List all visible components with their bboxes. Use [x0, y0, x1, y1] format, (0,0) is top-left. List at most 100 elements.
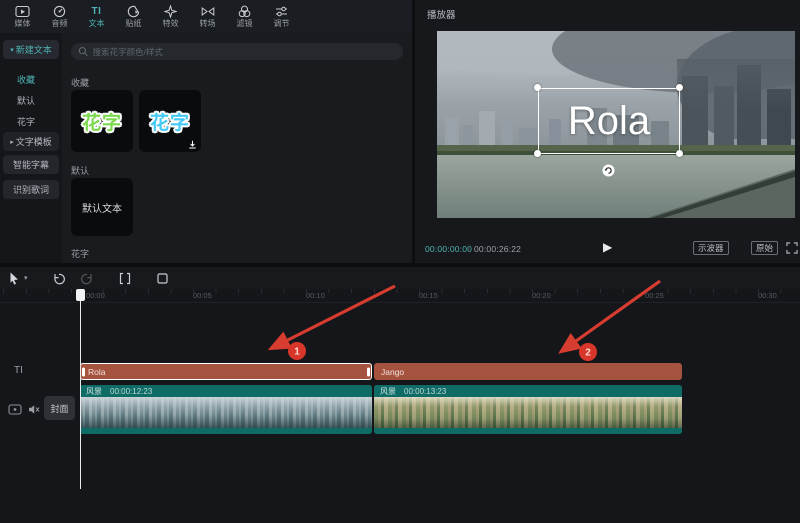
search-box[interactable] [71, 43, 403, 60]
redo-icon [80, 272, 94, 285]
video-clip-2-duration: 00:00:13:23 [404, 387, 446, 396]
ruler-label: 00:25 [645, 291, 664, 300]
huazi-section-title: 花字 [71, 247, 89, 260]
playhead-handle[interactable] [76, 289, 85, 301]
ruler-label: 00:30 [758, 291, 777, 300]
fancy-text-tile-2[interactable]: 花字 [139, 90, 201, 152]
tab-filters[interactable]: 滤镜 [226, 2, 263, 32]
player-controls: 00:00:00:00 | 00:00:26:22 ▶ 示波器 原始 [415, 236, 800, 260]
search-input[interactable] [93, 47, 397, 57]
default-section-title: 默认 [71, 164, 89, 177]
tab-audio[interactable]: 音频 [41, 2, 78, 32]
sidebar-item-new-text[interactable]: ▾ 新建文本 [3, 40, 59, 59]
undo-button[interactable] [52, 272, 66, 285]
sidebar-item-smart-captions[interactable]: 智能字幕 [3, 155, 59, 174]
video-clip-1[interactable]: 风景 00:00:12:23 [80, 385, 372, 434]
tab-effects[interactable]: 特效 [152, 2, 189, 32]
ruler-label: 00:20 [532, 291, 551, 300]
total-duration: 00:00:26:22 [474, 244, 521, 254]
text-clip-rola[interactable]: Rola [80, 363, 372, 380]
text-clip-rola-label: Rola [88, 367, 105, 377]
fullscreen-icon[interactable] [786, 242, 798, 254]
video-clip-2-name: 风景 [380, 386, 396, 397]
video-clip-2[interactable]: 风景 00:00:13:23 [374, 385, 682, 434]
sidebar-item-lyrics-recognition[interactable]: 识别歌词 [3, 180, 59, 199]
selection-handle-top-right[interactable] [676, 84, 683, 91]
ratio-button[interactable]: 原始 [751, 241, 778, 255]
ruler-label: 00:10 [306, 291, 325, 300]
sidebar-item-huazi[interactable]: 花字 [17, 115, 35, 128]
text-clip-jango[interactable]: Jango [374, 363, 682, 380]
sidebar-item-new-text-label: 新建文本 [16, 43, 52, 56]
tab-text-label: 文本 [89, 19, 105, 28]
video-clip-2-thumbnails [374, 397, 682, 428]
asset-panel: 媒体 音频 TI 文本 贴纸 特效 转场 [0, 0, 412, 263]
cursor-icon [9, 272, 21, 285]
sidebar-item-favorites[interactable]: 收藏 [17, 73, 35, 86]
play-button[interactable]: ▶ [603, 240, 612, 254]
video-preview[interactable]: Rola [437, 31, 795, 218]
current-time: 00:00:00:00 [425, 244, 472, 254]
ruler-label: 00:15 [419, 291, 438, 300]
capcut-editor-window: 媒体 音频 TI 文本 贴纸 特效 转场 [0, 0, 800, 523]
text-track-label: TI [14, 365, 23, 376]
tab-text[interactable]: TI 文本 [78, 2, 115, 32]
filters-icon [238, 5, 251, 18]
text-styles-panel: 收藏 花字 花字 默认 默认文本 花字 [62, 33, 412, 263]
search-icon [78, 46, 89, 57]
cover-button[interactable]: 封面 [44, 396, 75, 420]
default-text-tile[interactable]: 默认文本 [71, 178, 133, 236]
timeline-panel: ▾ 00:00 00:05 00:10 00:15 00:20 00:25 00… [0, 267, 800, 523]
sidebar-item-text-templates-label: 文字模板 [16, 135, 52, 148]
tab-filters-label: 滤镜 [237, 19, 253, 28]
player-panel: 播放器 [415, 0, 800, 263]
selection-handle-bottom-right[interactable] [676, 150, 683, 157]
undo-icon [52, 272, 66, 285]
selection-handle-top-left[interactable] [534, 84, 541, 91]
clip-trim-handle-left[interactable] [82, 367, 85, 376]
caret-down-icon: ▾ [24, 274, 28, 282]
scope-button[interactable]: 示波器 [693, 241, 729, 255]
default-text-tile-label: 默认文本 [82, 200, 122, 215]
text-clip-jango-label: Jango [381, 367, 404, 377]
tab-adjust-label: 调节 [274, 19, 290, 28]
timeline-toolbar: ▾ [0, 267, 800, 289]
audio-icon [53, 5, 66, 18]
selection-handle-bottom-left[interactable] [534, 150, 541, 157]
video-clip-2-footer [374, 428, 682, 434]
video-clip-1-thumbnails [80, 397, 372, 428]
select-tool-button[interactable]: ▾ [9, 272, 28, 285]
player-title: 播放器 [427, 7, 456, 21]
tab-media-label: 媒体 [15, 19, 31, 28]
annotation-badge-2: 2 [585, 348, 591, 359]
fancy-text-tile-1[interactable]: 花字 [71, 90, 133, 152]
delete-button[interactable] [156, 272, 169, 285]
timeline-ruler[interactable]: 00:00 00:05 00:10 00:15 00:20 00:25 00:3… [0, 289, 800, 303]
video-clip-1-duration: 00:00:12:23 [110, 387, 152, 396]
mute-original-sound-icon[interactable] [28, 404, 40, 415]
playhead-line[interactable] [80, 289, 81, 489]
video-clip-1-name: 风景 [86, 386, 102, 397]
annotation-badge-1: 1 [294, 347, 300, 358]
adjust-icon [275, 5, 288, 18]
media-icon [15, 5, 30, 18]
time-separator: | [468, 243, 470, 253]
redo-button[interactable] [80, 272, 94, 285]
clip-trim-handle-right[interactable] [367, 367, 370, 376]
transitions-icon [201, 5, 215, 18]
split-button[interactable] [118, 272, 132, 285]
text-selection-box[interactable] [538, 88, 680, 154]
tab-transitions[interactable]: 转场 [189, 2, 226, 32]
tab-media[interactable]: 媒体 [4, 2, 41, 32]
tab-effects-label: 特效 [163, 19, 179, 28]
sidebar-item-text-templates[interactable]: ▸ 文字模板 [3, 132, 59, 151]
track-preview-icon[interactable] [8, 404, 22, 415]
caret-down-icon: ▾ [10, 46, 14, 54]
text-sidebar: ▾ 新建文本 收藏 默认 花字 ▸ 文字模板 智能字幕 识别歌词 [0, 33, 62, 263]
tab-sticker[interactable]: 贴纸 [115, 2, 152, 32]
favorites-section-title: 收藏 [71, 76, 89, 89]
rotate-handle[interactable] [602, 164, 615, 182]
sidebar-item-default[interactable]: 默认 [17, 94, 35, 107]
tab-adjust[interactable]: 调节 [263, 2, 300, 32]
rotate-icon [602, 164, 615, 177]
